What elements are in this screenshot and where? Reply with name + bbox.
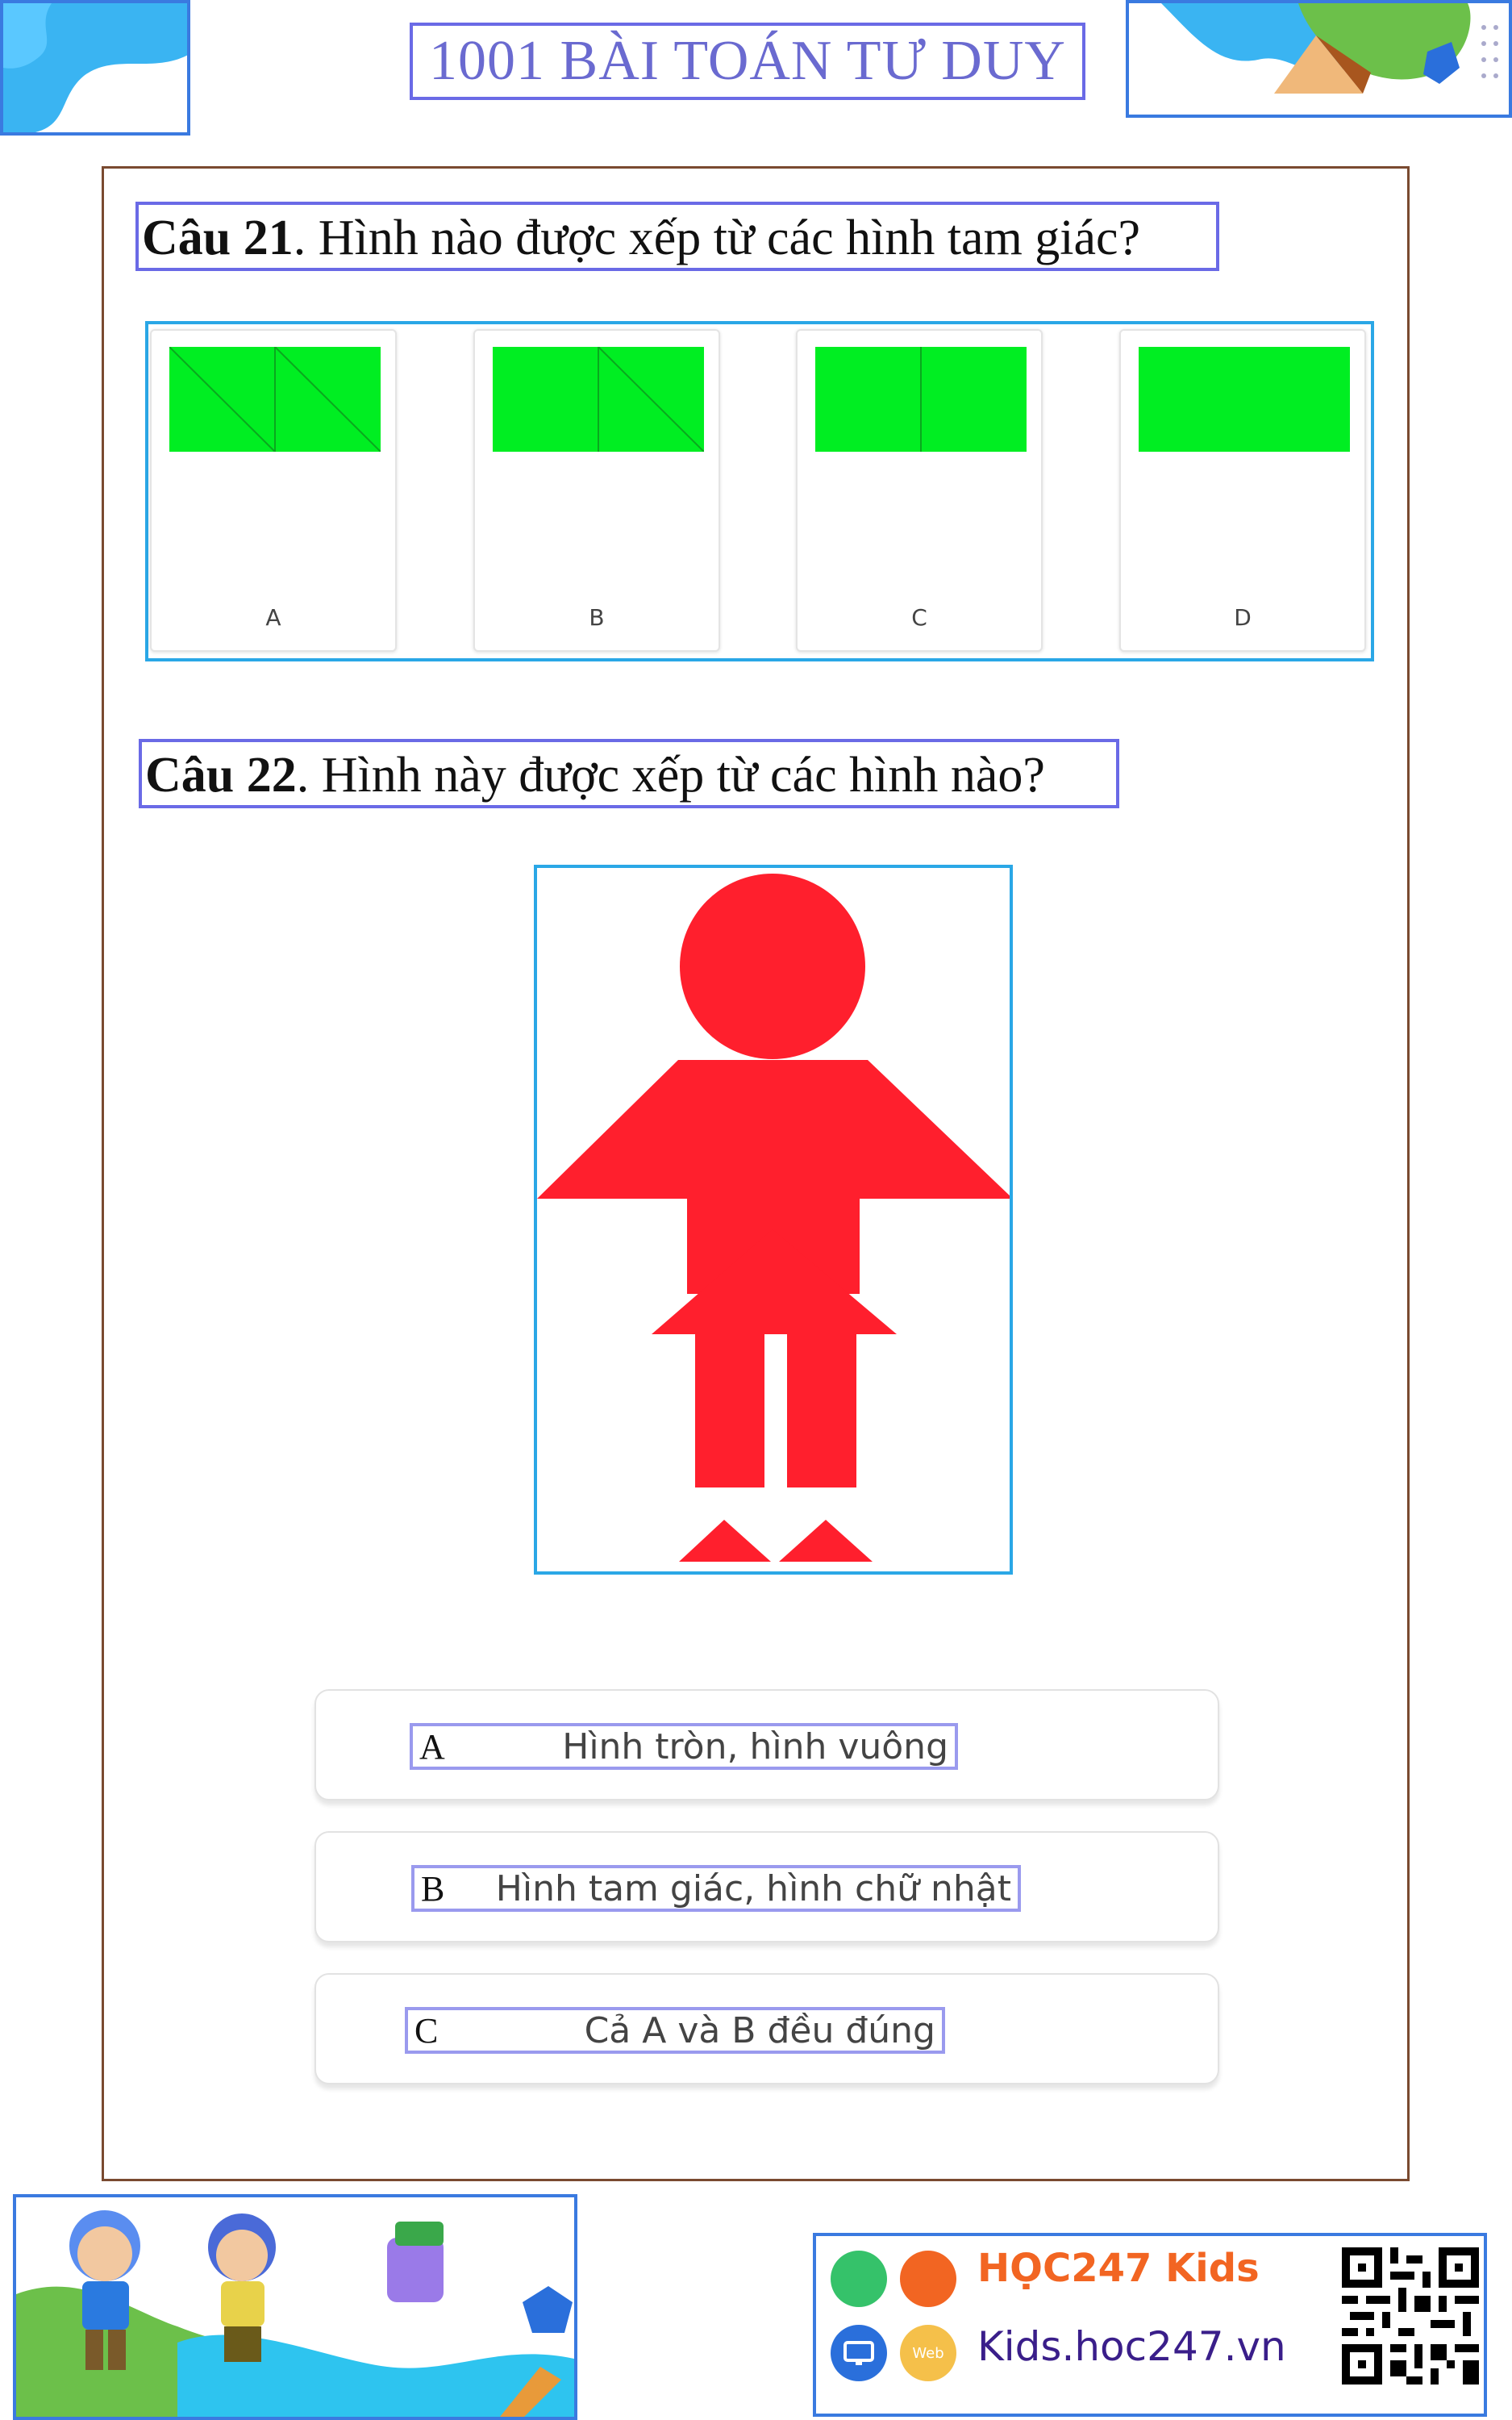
option-a-label: A [265, 604, 281, 631]
option-card-d[interactable]: D [1119, 329, 1366, 652]
option-c-label: C [911, 604, 927, 631]
answer-c-letter: C [414, 2010, 439, 2051]
answer-b-letter: B [421, 1868, 445, 1909]
question-22-text: Câu 22. Hình này được xếp từ các hình nà… [145, 747, 1045, 804]
answer-option-a[interactable]: A Hình tròn, hình vuông [314, 1689, 1219, 1800]
page-title: 1001 BÀI TOÁN TƯ DUY [429, 30, 1066, 92]
answer-b-text: Hình tam giác, hình chữ nhật [495, 1867, 1011, 1909]
person-figure-image [537, 874, 1013, 1562]
question-22-prompt: . Hình này được xếp từ các hình nào? [296, 748, 1045, 803]
answer-a-text: Hình tròn, hình vuông [562, 1725, 948, 1767]
answer-a-box: A Hình tròn, hình vuông [410, 1723, 958, 1770]
option-d-label: D [1234, 604, 1252, 631]
question-22-number: Câu 22 [145, 748, 297, 803]
question-21-box: Câu 21. Hình nào được xếp từ các hình ta… [135, 202, 1219, 271]
brand-logo: HỌC247 Kids [977, 2246, 1260, 2291]
web-badge-label: Web [912, 2344, 944, 2362]
header-right-decoration [1126, 0, 1512, 118]
header-left-decoration [0, 0, 190, 136]
option-card-b[interactable]: B [473, 329, 720, 652]
shape-a-icon [169, 347, 381, 452]
footer-kids-illustration [13, 2194, 577, 2420]
question-21-number: Câu 21 [142, 211, 294, 265]
question-22-box: Câu 22. Hình này được xếp từ các hình nà… [139, 739, 1119, 808]
option-b-label: B [589, 604, 605, 631]
shape-d-icon [1139, 347, 1350, 452]
qr-code[interactable] [1342, 2247, 1479, 2385]
answer-option-c[interactable]: C Cả A và B đều đúng [314, 1973, 1219, 2084]
option-card-c[interactable]: C [796, 329, 1043, 652]
site-url[interactable]: Kids.hoc247.vn [977, 2323, 1286, 2370]
question-22-figure [534, 865, 1013, 1575]
title-box: 1001 BÀI TOÁN TƯ DUY [410, 23, 1085, 100]
mascot-icon [900, 2251, 956, 2307]
question-21-prompt: . Hình nào được xếp từ các hình tam giác… [293, 211, 1141, 265]
question-21-text: Câu 21. Hình nào được xếp từ các hình ta… [142, 210, 1140, 267]
shape-b-icon [493, 347, 704, 452]
footer-brand-block: Web HỌC247 Kids Kids.hoc247.vn [813, 2233, 1487, 2417]
web-badge[interactable]: Web [900, 2325, 956, 2381]
shape-c-icon [815, 347, 1027, 452]
answer-c-box: C Cả A và B đều đúng [405, 2007, 945, 2054]
app-store-icon[interactable] [831, 2251, 887, 2307]
option-card-a[interactable]: A [150, 329, 397, 652]
answer-a-letter: A [419, 1726, 445, 1767]
answer-b-box: B Hình tam giác, hình chữ nhật [411, 1865, 1021, 1912]
answer-option-b[interactable]: B Hình tam giác, hình chữ nhật [314, 1831, 1219, 1942]
answer-c-text: Cả A và B đều đúng [584, 2009, 935, 2051]
desktop-icon[interactable] [831, 2325, 887, 2381]
